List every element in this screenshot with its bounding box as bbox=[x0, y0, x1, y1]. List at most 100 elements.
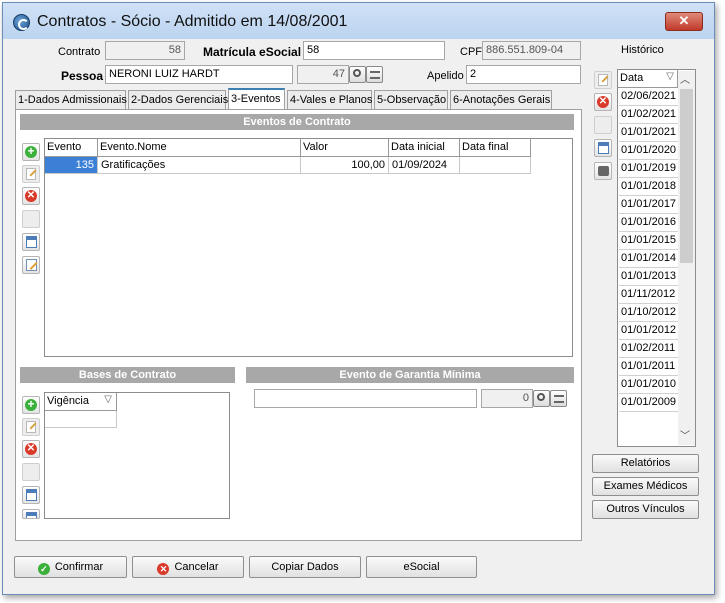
pessoa-search-button[interactable] bbox=[349, 66, 366, 83]
eventos-grid: Evento Evento.Nome Valor Data inicial Da… bbox=[44, 138, 573, 357]
hist-row[interactable]: 01/01/2011 bbox=[619, 358, 678, 376]
tab-eventos[interactable]: 3-Eventos bbox=[228, 88, 285, 110]
confirmar-button[interactable]: ✓ Confirmar bbox=[14, 556, 127, 578]
blank-event-button[interactable] bbox=[22, 210, 40, 228]
pessoa-code-field[interactable]: 47 bbox=[297, 65, 349, 84]
garantia-header: Evento de Garantia Mínima bbox=[246, 367, 574, 383]
add-base-button[interactable]: + bbox=[22, 396, 40, 414]
pessoa-list-button[interactable] bbox=[366, 66, 383, 83]
garantia-code-field[interactable]: 0 bbox=[481, 389, 533, 408]
cell-data-inicial[interactable]: 01/09/2024 bbox=[389, 157, 460, 174]
hist-row[interactable]: 02/06/2021 bbox=[619, 88, 678, 106]
edit-icon bbox=[26, 421, 36, 433]
exames-medicos-button[interactable]: Exames Médicos bbox=[592, 477, 699, 496]
tab-dados-admissionais[interactable]: 1-Dados Admissionais bbox=[15, 90, 127, 109]
vigencia-label: Vigência bbox=[47, 395, 89, 407]
cpf-field[interactable]: 886.551.809-04 bbox=[482, 41, 581, 60]
magnifier-icon bbox=[537, 393, 545, 401]
hist-edit-button[interactable] bbox=[594, 71, 612, 89]
col-evento-nome[interactable]: Evento.Nome bbox=[98, 139, 301, 157]
add-event-button[interactable]: + bbox=[22, 143, 40, 161]
tab-panel-eventos: Eventos de Contrato + ✕ Evento Evento.No… bbox=[15, 109, 582, 541]
print-icon bbox=[598, 166, 609, 176]
notes-base-button[interactable] bbox=[22, 509, 40, 519]
col-vigencia[interactable]: Vigência ▽ bbox=[45, 393, 117, 411]
hist-row[interactable]: 01/01/2014 bbox=[619, 250, 678, 268]
form-icon bbox=[26, 512, 37, 518]
app-logo-icon bbox=[13, 14, 30, 31]
tab-anotacoes-gerais[interactable]: 6-Anotações Gerais bbox=[450, 90, 552, 109]
cell-data-final[interactable] bbox=[460, 157, 531, 174]
close-button[interactable]: ✕ bbox=[665, 12, 703, 31]
form-icon bbox=[26, 489, 37, 501]
apelido-field[interactable]: 2 bbox=[466, 65, 581, 84]
hist-row[interactable]: 01/01/2013 bbox=[619, 268, 678, 286]
delete-event-button[interactable]: ✕ bbox=[22, 187, 40, 205]
tab-vales-planos[interactable]: 4-Vales e Planos bbox=[287, 90, 372, 109]
col-valor[interactable]: Valor bbox=[301, 139, 389, 157]
hist-row[interactable]: 01/10/2012 bbox=[619, 304, 678, 322]
historico-label: Histórico bbox=[621, 44, 664, 56]
blank-base-button[interactable] bbox=[22, 463, 40, 481]
garantia-event-field[interactable] bbox=[254, 389, 477, 408]
hist-print-button[interactable] bbox=[594, 162, 612, 180]
apelido-label: Apelido bbox=[427, 70, 464, 82]
hist-row[interactable]: 01/01/2021 bbox=[619, 124, 678, 142]
hist-row[interactable]: 01/01/2018 bbox=[619, 178, 678, 196]
hist-row[interactable]: 01/01/2009 bbox=[619, 394, 678, 412]
edit-event-button[interactable] bbox=[22, 165, 40, 183]
pessoa-field[interactable]: NERONI LUIZ HARDT bbox=[105, 65, 293, 84]
relatorios-button[interactable]: Relatórios bbox=[592, 454, 699, 473]
outros-vinculos-button[interactable]: Outros Vínculos bbox=[592, 500, 699, 519]
form-base-button[interactable] bbox=[22, 486, 40, 504]
vigencia-empty-row[interactable] bbox=[45, 411, 117, 428]
contrato-label: Contrato bbox=[58, 46, 101, 58]
delete-base-button[interactable]: ✕ bbox=[22, 440, 40, 458]
matricula-field[interactable]: 58 bbox=[303, 41, 445, 60]
col-data[interactable]: Data ▽ bbox=[618, 70, 678, 88]
hist-row[interactable]: 01/02/2021 bbox=[619, 106, 678, 124]
add-icon: + bbox=[25, 398, 37, 411]
col-data-inicial[interactable]: Data inicial bbox=[389, 139, 460, 157]
edit-base-button[interactable] bbox=[22, 418, 40, 436]
edit-icon bbox=[598, 74, 608, 86]
confirmar-label: Confirmar bbox=[54, 561, 104, 573]
cell-evento[interactable]: 135 bbox=[45, 157, 98, 174]
title-bar: Contratos - Sócio - Admitido em 14/08/20… bbox=[3, 3, 714, 39]
hist-row[interactable]: 01/11/2012 bbox=[619, 286, 678, 304]
hist-row[interactable]: 01/02/2011 bbox=[619, 340, 678, 358]
hist-row[interactable]: 01/01/2010 bbox=[619, 376, 678, 394]
hist-row[interactable]: 01/01/2017 bbox=[619, 196, 678, 214]
scroll-thumb[interactable] bbox=[680, 89, 693, 263]
contrato-field[interactable]: 58 bbox=[105, 41, 185, 60]
hist-form-button[interactable] bbox=[594, 139, 612, 157]
col-data-final[interactable]: Data final bbox=[460, 139, 531, 157]
tab-observacao[interactable]: 5-Observação bbox=[374, 90, 448, 109]
esocial-button[interactable]: eSocial bbox=[366, 556, 477, 578]
notes-event-button[interactable] bbox=[22, 256, 40, 274]
hist-row[interactable]: 01/01/2012 bbox=[619, 322, 678, 340]
hist-blank-button[interactable] bbox=[594, 116, 612, 134]
bases-grid: Vigência ▽ bbox=[44, 392, 230, 519]
hist-delete-button[interactable]: ✕ bbox=[594, 93, 612, 111]
hist-row[interactable]: 01/01/2016 bbox=[619, 214, 678, 232]
sort-icon: ▽ bbox=[104, 394, 112, 405]
cell-evento-nome[interactable]: Gratificações bbox=[98, 157, 301, 174]
scroll-up-icon[interactable]: ︿ bbox=[680, 71, 690, 86]
tab-dados-gerenciais[interactable]: 2-Dados Gerenciais bbox=[128, 90, 228, 109]
cell-valor[interactable]: 100,00 bbox=[301, 157, 389, 174]
cancelar-button[interactable]: ✕ Cancelar bbox=[132, 556, 244, 578]
add-icon: + bbox=[25, 145, 37, 158]
garantia-search-button[interactable] bbox=[533, 390, 550, 407]
hist-row[interactable]: 01/01/2019 bbox=[619, 160, 678, 178]
form-event-button[interactable] bbox=[22, 233, 40, 251]
scroll-down-icon[interactable]: ﹀ bbox=[680, 427, 690, 442]
col-evento[interactable]: Evento bbox=[45, 139, 98, 157]
hist-row[interactable]: 01/01/2015 bbox=[619, 232, 678, 250]
list-icon bbox=[554, 395, 564, 403]
hist-scrollbar[interactable]: ︿ ﹀ bbox=[678, 71, 695, 445]
copiar-dados-button[interactable]: Copiar Dados bbox=[249, 556, 361, 578]
hist-row[interactable]: 01/01/2020 bbox=[619, 142, 678, 160]
delete-icon: ✕ bbox=[25, 190, 37, 202]
garantia-list-button[interactable] bbox=[550, 390, 567, 407]
